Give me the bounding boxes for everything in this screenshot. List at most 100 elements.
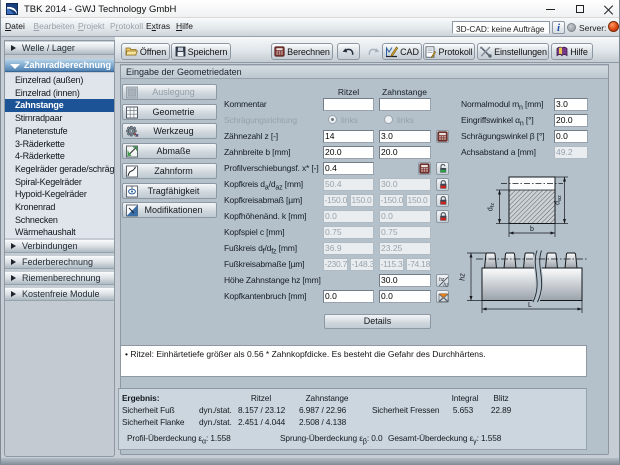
result-value: 6.987 / 22.96 xyxy=(299,405,347,415)
menu-projekt[interactable]: Projekt xyxy=(78,21,104,31)
section-title: Eingabe der Geometriedaten xyxy=(121,66,608,79)
result-overlap-sprung: Sprung-Überdeckung εβ: 0.0 xyxy=(280,432,383,446)
kopfkreis-lock-button[interactable] xyxy=(436,177,449,191)
sidebar-item-4-raederkette[interactable]: 4-Räderkette xyxy=(5,150,114,163)
menu-bearbeiten[interactable]: Bearbeiten xyxy=(34,21,75,31)
input-zahnbreite-zahnstange[interactable]: 20.0 xyxy=(379,145,431,159)
input-kommentar-zahnstange[interactable] xyxy=(379,97,431,111)
save-floppy-icon xyxy=(175,46,186,57)
sidebar-item-kegelraeder[interactable]: Kegelräder gerade/schräg xyxy=(5,163,114,176)
label-eingriffswinkel: Eingriffswinkel αn [°] xyxy=(461,114,534,128)
calculate-button[interactable]: Berechnen xyxy=(271,43,333,60)
input-normalmodul[interactable]: 3.0 xyxy=(554,97,588,111)
close-icon xyxy=(604,5,613,14)
minimize-button[interactable] xyxy=(536,0,565,18)
zaehnezahl-calculator-button[interactable] xyxy=(436,129,449,143)
input-zahnbreite-ritzel[interactable]: 20.0 xyxy=(323,145,374,159)
menu-hilfe[interactable]: Hilfe xyxy=(176,21,193,31)
sidebar-section-welle-lager[interactable]: Welle / Lager xyxy=(5,41,114,55)
radio-links-zahnstange[interactable] xyxy=(384,115,393,124)
input-profilverschiebung-ritzel[interactable]: 0.4 xyxy=(323,161,374,175)
info-icon: i xyxy=(556,21,561,34)
label-profilverschiebung: Profilverschiebungsf. x* [-] xyxy=(224,162,319,173)
sidebar-item-3-raederkette[interactable]: 3-Räderkette xyxy=(5,138,114,151)
auslegung-icon xyxy=(126,86,138,99)
input-zaehnezahl-zahnstange[interactable]: 3.0 xyxy=(379,129,431,143)
maximize-button[interactable] xyxy=(565,0,594,18)
close-button[interactable] xyxy=(594,0,619,18)
tab-tragfaehigkeit[interactable]: Tragfähigkeit xyxy=(122,182,217,199)
sidebar-item-einzelrad-innen[interactable]: Einzelrad (innen) xyxy=(5,87,114,100)
input-zaehnezahl-ritzel[interactable]: 14 xyxy=(323,129,374,143)
label-zaehnezahl: Zähnezahl z [-] xyxy=(224,130,278,141)
field-kopfhoehenaend-ritzel: 0.0 xyxy=(323,209,374,223)
tab-modifikationen[interactable]: Modifikationen xyxy=(122,202,217,219)
result-value: 22.89 xyxy=(490,405,512,415)
menu-extras[interactable]: Extras xyxy=(146,21,170,31)
sidebar-section-verbindungen[interactable]: Verbindungen xyxy=(5,239,114,253)
result-value: 8.157 / 23.12 xyxy=(238,405,286,415)
info-button[interactable]: i xyxy=(552,21,565,34)
protocol-button[interactable]: Protokoll xyxy=(423,43,475,60)
field-achsabstand: 49.2 xyxy=(554,145,588,159)
input-kopfkantenbruch-zahnstange[interactable]: 0.0 xyxy=(379,289,431,303)
server-label: Server: xyxy=(579,22,607,33)
input-schraegungswinkel[interactable]: 0.0 xyxy=(554,129,588,143)
sidebar-section-zahnradberechnung[interactable]: Zahnradberechnung xyxy=(5,58,114,72)
menu-protokoll[interactable]: Protokoll xyxy=(110,21,143,31)
window-bottom-frame xyxy=(1,458,619,465)
tab-abmasse[interactable]: Abmaße xyxy=(122,143,217,160)
kopfhoehenaend-lock-button[interactable] xyxy=(436,209,449,223)
sidebar-item-stirnradpaar[interactable]: Stirnradpaar xyxy=(5,112,114,125)
sidebar-item-einzelrad-aussen[interactable]: Einzelrad (außen) xyxy=(5,74,114,87)
cad-drawing-icon xyxy=(386,45,399,57)
input-kopfkantenbruch-ritzel[interactable]: 0.0 xyxy=(323,289,374,303)
protocol-document-icon xyxy=(426,45,437,58)
profilverschiebung-calculator-button[interactable] xyxy=(418,161,431,175)
input-eingriffswinkel[interactable]: 20.0 xyxy=(554,113,588,127)
settings-button[interactable]: Einstellungen xyxy=(477,43,549,60)
cad-button[interactable]: CAD xyxy=(382,43,422,60)
menu-datei[interactable]: Datei xyxy=(5,21,25,31)
tab-zahnform[interactable]: Zahnform xyxy=(122,162,217,179)
result-value: 5.653 xyxy=(452,405,474,415)
radio-links-ritzel[interactable] xyxy=(328,115,337,124)
tab-werkzeug[interactable]: Werkzeug xyxy=(122,123,217,140)
tab-geometrie[interactable]: Geometrie xyxy=(122,103,217,120)
results-col-blitz: Blitz xyxy=(493,393,509,403)
help-button[interactable]: Hilfe xyxy=(551,43,593,60)
sidebar-section-riemenberechnung[interactable]: Riemenberechnung xyxy=(5,271,114,285)
save-button[interactable]: Speichern xyxy=(171,43,231,60)
column-header-ritzel: Ritzel xyxy=(337,86,360,97)
sidebar-item-spiral-kegelraeder[interactable]: Spiral-Kegelräder xyxy=(5,176,114,189)
field-kopfspiel-ritzel: 0.75 xyxy=(323,225,374,239)
details-button[interactable]: Details xyxy=(324,314,431,329)
hoehe-zahnstange-option-button[interactable]: hz hz xyxy=(436,273,449,287)
results-col-zahnstange: Zahnstange xyxy=(305,393,349,403)
sidebar-item-schnecken[interactable]: Schnecken xyxy=(5,214,114,227)
sidebar-item-zahnstange[interactable]: Zahnstange xyxy=(5,99,114,113)
input-hoehe-zahnstange[interactable]: 30.0 xyxy=(379,273,431,287)
field-fusskreis-ritzel: 36.9 xyxy=(323,241,374,255)
sidebar-section-federberechnung[interactable]: Federberechnung xyxy=(5,255,114,269)
radio-label-zahnstange: links xyxy=(397,115,415,125)
label-schraegungsrichtung: Schrägungsrichtung xyxy=(224,114,297,125)
open-button[interactable]: Öffnen xyxy=(121,43,170,60)
field-fusskreisabmasse-ritzel-min: -230.7 xyxy=(323,257,348,271)
tab-auslegung[interactable]: Auslegung xyxy=(122,84,217,100)
calculator-icon xyxy=(419,162,430,174)
field-fusskreis-zahnstange: 23.25 xyxy=(379,241,431,255)
sidebar-section-kostenfreie-module[interactable]: Kostenfreie Module xyxy=(5,287,114,301)
result-value: 2.508 / 4.138 xyxy=(299,416,347,427)
profilverschiebung-unlock-button[interactable] xyxy=(436,161,449,175)
sidebar-item-hypoid-kegelraeder[interactable]: Hypoid-Kegelräder xyxy=(5,188,114,201)
field-kopfkreisabmass-ritzel-min: -150.0 xyxy=(323,193,348,207)
input-kommentar-ritzel[interactable] xyxy=(323,97,374,111)
kopfkantenbruch-option-button[interactable] xyxy=(436,289,449,303)
sidebar-item-kronenrad[interactable]: Kronenrad xyxy=(5,201,114,214)
undo-button[interactable] xyxy=(337,43,360,60)
collapsed-arrow-icon xyxy=(11,259,16,265)
kopfkreisabmass-lock-button[interactable] xyxy=(436,193,449,207)
sidebar-item-waermehaushalt[interactable]: Wärmehaushalt xyxy=(5,226,114,239)
sidebar-item-planetenstufe[interactable]: Planetenstufe xyxy=(5,125,114,138)
